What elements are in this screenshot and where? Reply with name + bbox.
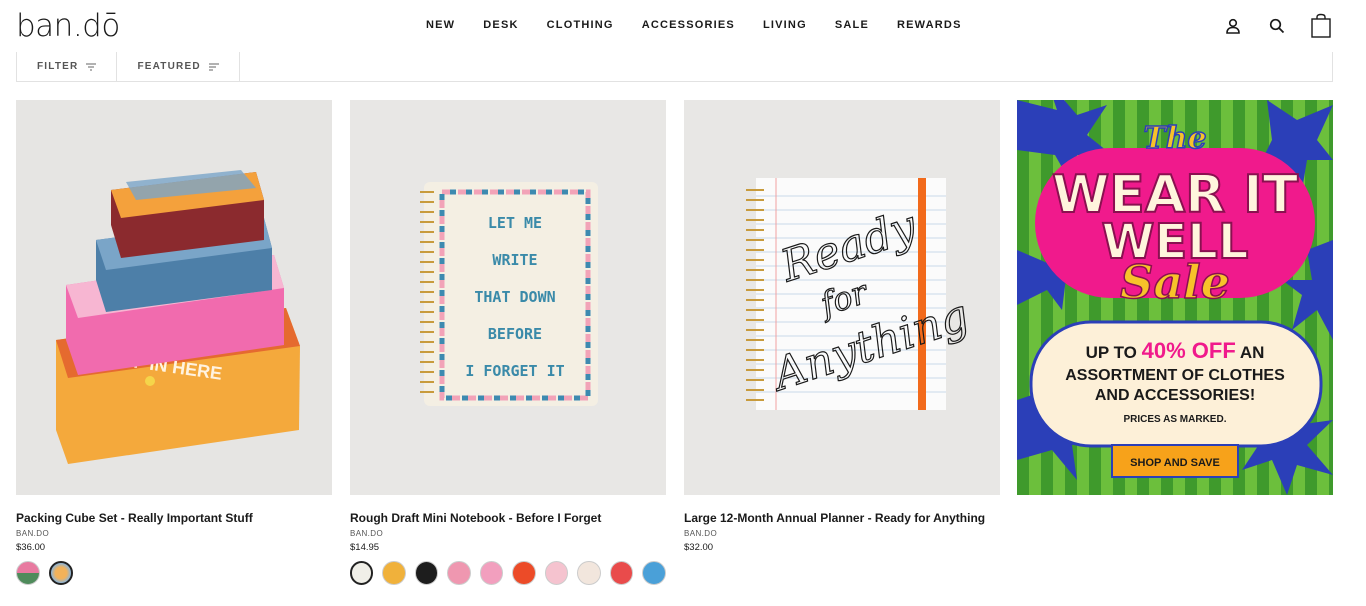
product-brand: BAN.DO <box>16 529 50 538</box>
sort-label: FEATURED <box>137 61 201 72</box>
notebook-illustration: LET ME WRITE THAT DOWN BEFORE I FORGET I… <box>350 100 666 495</box>
notebook-line: LET ME <box>488 214 542 232</box>
product-card[interactable]: LET ME WRITE THAT DOWN BEFORE I FORGET I… <box>350 100 666 585</box>
nav-sale[interactable]: SALE <box>835 19 869 31</box>
product-card[interactable]: Ready for Anything Large 12-Month Annual… <box>684 100 1000 553</box>
account-icon[interactable] <box>1222 13 1244 39</box>
product-title[interactable]: Packing Cube Set - Really Important Stuf… <box>16 511 332 525</box>
nav-new[interactable]: NEW <box>426 19 455 31</box>
nav-living[interactable]: LIVING <box>763 19 807 31</box>
filter-bar: FILTER FEATURED <box>16 52 1333 82</box>
color-swatch[interactable] <box>512 561 536 585</box>
header-actions <box>1222 13 1332 39</box>
promo-offer-post: AN <box>1240 343 1265 362</box>
filter-button[interactable]: FILTER <box>17 52 118 81</box>
bag-icon[interactable] <box>1310 13 1332 39</box>
product-title[interactable]: Large 12-Month Annual Planner - Ready fo… <box>684 511 1000 525</box>
color-swatch[interactable] <box>16 561 40 585</box>
promo-note: PRICES AS MARKED. <box>1124 414 1227 425</box>
product-price: $14.95 <box>350 542 380 553</box>
promo-offer-pct: 40% OFF <box>1142 338 1236 363</box>
nav-clothing[interactable]: CLOTHING <box>547 19 614 31</box>
product-price: $32.00 <box>684 542 714 553</box>
color-swatches <box>350 561 666 585</box>
search-icon[interactable] <box>1266 13 1288 39</box>
product-image[interactable]: Ready for Anything <box>684 100 1000 495</box>
product-brand: BAN.DO <box>684 529 718 538</box>
packing-cubes-illustration: STUFF IN HERE <box>16 100 332 495</box>
promo-offer-pre: UP TO <box>1086 343 1137 362</box>
color-swatch[interactable] <box>382 561 406 585</box>
notebook-line: WRITE <box>492 251 537 269</box>
color-swatch[interactable] <box>609 561 633 585</box>
sale-promo-banner[interactable]: The WEAR IT WELL Sale UP TO 40% OFF AN A… <box>1017 100 1333 495</box>
sort-icon <box>208 63 219 70</box>
product-brand: BAN.DO <box>350 529 384 538</box>
color-swatch[interactable] <box>49 561 73 585</box>
product-title[interactable]: Rough Draft Mini Notebook - Before I For… <box>350 511 666 525</box>
promo-offer-line: AND ACCESSORIES! <box>1095 387 1255 404</box>
promo-line: Sale <box>1120 255 1230 309</box>
promo-cta-button[interactable]: SHOP AND SAVE <box>1130 457 1220 469</box>
sort-button[interactable]: FEATURED <box>117 52 240 81</box>
promo-line: The <box>1143 121 1206 156</box>
color-swatches <box>16 561 332 585</box>
color-swatch[interactable] <box>414 561 439 585</box>
notebook-line: I FORGET IT <box>465 362 564 380</box>
color-swatch[interactable] <box>447 561 471 585</box>
color-swatch[interactable] <box>641 561 666 585</box>
color-swatch[interactable] <box>350 561 374 585</box>
filter-label: FILTER <box>37 61 79 72</box>
product-card[interactable]: STUFF IN HERE Packing Cube Set - Really … <box>16 100 332 585</box>
notebook-line: BEFORE <box>488 325 542 343</box>
brand-logo[interactable]: ban.dō <box>16 8 120 44</box>
notebook-line: THAT DOWN <box>474 288 555 306</box>
promo-art: The WEAR IT WELL Sale UP TO 40% OFF AN A… <box>1017 100 1333 495</box>
planner-illustration: Ready for Anything <box>684 100 1000 495</box>
main-nav: NEW DESK CLOTHING ACCESSORIES LIVING SAL… <box>426 19 990 31</box>
color-swatch[interactable] <box>544 561 569 585</box>
product-image[interactable]: LET ME WRITE THAT DOWN BEFORE I FORGET I… <box>350 100 666 495</box>
nav-desk[interactable]: DESK <box>483 19 518 31</box>
filter-icon <box>86 63 97 70</box>
product-image[interactable]: STUFF IN HERE <box>16 100 332 495</box>
color-swatch[interactable] <box>479 561 504 585</box>
nav-accessories[interactable]: ACCESSORIES <box>642 19 735 31</box>
color-swatch[interactable] <box>577 561 601 585</box>
nav-rewards[interactable]: REWARDS <box>897 19 962 31</box>
promo-offer-line: ASSORTMENT OF CLOTHES <box>1065 367 1285 384</box>
site-header: ban.dō NEW DESK CLOTHING ACCESSORIES LIV… <box>0 0 1366 52</box>
product-price: $36.00 <box>16 542 46 553</box>
